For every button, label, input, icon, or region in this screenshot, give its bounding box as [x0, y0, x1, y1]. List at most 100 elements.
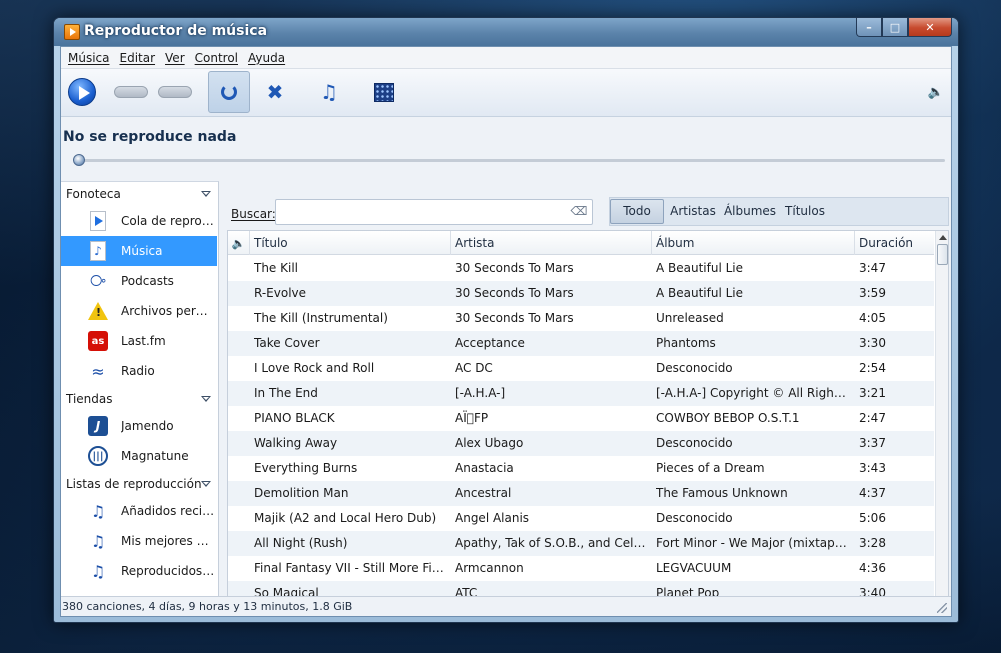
volume-button[interactable]: 🔈 — [923, 73, 949, 111]
cell-artist: AC DC — [455, 361, 493, 375]
cell-title: Demolition Man — [254, 486, 349, 500]
shuffle-button[interactable]: ✖ — [257, 73, 293, 111]
sidebar-item-magnatune[interactable]: ||| Magnatune — [61, 441, 217, 471]
music-note-icon: ♫ — [320, 80, 338, 104]
seek-handle[interactable] — [73, 154, 85, 166]
seek-bar[interactable] — [75, 159, 945, 162]
table-row[interactable]: Final Fantasy VII - Still More Fighting A… — [228, 556, 934, 581]
visualization-button[interactable] — [366, 73, 402, 111]
sidebar-item-jamendo[interactable]: J Jamendo — [61, 411, 217, 441]
table-row[interactable]: Walking Away Alex Ubago Desconocido 3:37 — [228, 431, 934, 456]
column-header-album[interactable]: Álbum — [652, 231, 855, 255]
column-header-titulo[interactable]: Título — [250, 231, 451, 255]
group-fonoteca[interactable]: Fonoteca — [61, 184, 217, 204]
cell-duration: 3:47 — [859, 261, 886, 275]
filter-titulos[interactable]: Títulos — [782, 198, 828, 225]
app-logo-icon — [64, 24, 80, 40]
table-row[interactable]: All Night (Rush) Apathy, Tak of S.O.B., a… — [228, 531, 934, 556]
play-icon — [68, 78, 96, 106]
cell-title: In The End — [254, 386, 318, 400]
cell-title: Everything Burns — [254, 461, 358, 475]
cell-duration: 4:36 — [859, 561, 886, 575]
close-button[interactable]: ✕ — [908, 18, 952, 37]
scroll-up-icon[interactable] — [939, 235, 947, 240]
cell-artist: Ancestral — [455, 486, 512, 500]
menu-control[interactable]: Control — [195, 51, 238, 65]
sidebar-item-cola[interactable]: Cola de reproducción — [61, 206, 217, 236]
sidebar-item-archivos-perdidos[interactable]: Archivos perdidos — [61, 296, 217, 326]
table-row[interactable]: In The End [-A.H.A-] [-A.H.A-] Copyright ©… — [228, 381, 934, 406]
cell-title: I Love Rock and Roll — [254, 361, 375, 375]
clear-search-icon[interactable]: ⌫ — [571, 203, 588, 219]
menu-musica[interactable]: Música — [68, 51, 110, 65]
table-row[interactable]: Take Cover Acceptance Phantoms 3:30 — [228, 331, 934, 356]
table-row[interactable]: PIANO BLACK AÏ⃞FP COWBOY BEBOP O.S.T.1 2:47 — [228, 406, 934, 431]
cell-duration: 3:21 — [859, 386, 886, 400]
client-area: Música Editar Ver Control Ayuda ✖ ♫ 🔈 No… — [60, 46, 952, 617]
group-label: Tiendas — [66, 392, 113, 406]
now-playing-column-icon[interactable]: 🔈 — [228, 231, 250, 255]
group-listas[interactable]: Listas de reproducción — [61, 474, 217, 494]
resize-grip-icon[interactable] — [937, 603, 947, 613]
minimize-icon: – — [866, 20, 872, 34]
maximize-icon: □ — [889, 20, 901, 34]
table-row[interactable]: The Kill 30 Seconds To Mars A Beautiful Li… — [228, 256, 934, 281]
sidebar-item-podcasts[interactable]: ⧂ Podcasts — [61, 266, 217, 296]
next-button[interactable] — [157, 73, 193, 111]
table-row[interactable]: R-Evolve 30 Seconds To Mars A Beautiful Li… — [228, 281, 934, 306]
play-button[interactable] — [67, 73, 97, 111]
vertical-scrollbar[interactable] — [935, 231, 948, 612]
next-icon — [158, 86, 192, 98]
playlist-button[interactable]: ♫ — [311, 73, 347, 111]
table-row[interactable]: Majik (A2 and Local Hero Dub) Angel Alani… — [228, 506, 934, 531]
repeat-button[interactable] — [208, 71, 250, 113]
filter-albumes[interactable]: Álbumes — [722, 198, 778, 225]
scroll-thumb[interactable] — [937, 244, 948, 265]
menu-ayuda[interactable]: Ayuda — [248, 51, 285, 65]
song-table: 🔈 Título Artista Álbum Duración The Kill… — [227, 230, 949, 613]
sidebar-item-label: Jamendo — [121, 419, 174, 433]
sidebar-item-anadidos[interactable]: ♫ Añadidos recientemente — [61, 496, 217, 526]
cell-artist: Anastacia — [455, 461, 514, 475]
filter-artistas[interactable]: Artistas — [668, 198, 718, 225]
previous-button[interactable] — [113, 73, 149, 111]
filter-bar: Todo Artistas Álbumes Títulos — [609, 197, 949, 226]
cell-album: Desconocido — [656, 436, 733, 450]
minimize-button[interactable]: – — [856, 18, 882, 37]
radio-icon: ≈ — [91, 361, 105, 381]
cell-artist: Armcannon — [455, 561, 524, 575]
group-tiendas[interactable]: Tiendas — [61, 389, 217, 409]
sidebar-item-reproducidos[interactable]: ♫ Reproducidos recientemente — [61, 556, 217, 586]
cell-artist: Angel Alanis — [455, 511, 530, 525]
cell-title: R-Evolve — [254, 286, 307, 300]
cell-title: Walking Away — [254, 436, 338, 450]
maximize-button[interactable]: □ — [882, 18, 908, 37]
collapse-arrow-icon[interactable] — [201, 191, 211, 197]
filter-todo[interactable]: Todo — [610, 199, 664, 224]
table-row[interactable]: Demolition Man Ancestral The Famous Unknow… — [228, 481, 934, 506]
sidebar-item-mejores[interactable]: ♫ Mis mejores puntuadas — [61, 526, 217, 556]
search-input[interactable] — [275, 199, 593, 225]
sidebar-item-label: Archivos perdidos — [121, 304, 215, 318]
column-header-artista[interactable]: Artista — [451, 231, 652, 255]
cell-artist: 30 Seconds To Mars — [455, 286, 574, 300]
sidebar-item-radio[interactable]: ≈ Radio — [61, 356, 217, 386]
collapse-arrow-icon[interactable] — [201, 396, 211, 402]
menu-editar[interactable]: Editar — [120, 51, 156, 65]
sidebar-item-lastfm[interactable]: as Last.fm — [61, 326, 217, 356]
sidebar-item-label: Radio — [121, 364, 155, 378]
cell-duration: 3:30 — [859, 336, 886, 350]
collapse-arrow-icon[interactable] — [201, 481, 211, 487]
sidebar-item-musica[interactable]: ♪ Música — [61, 236, 217, 266]
column-header-duracion[interactable]: Duración — [855, 231, 934, 255]
table-row[interactable]: Everything Burns Anastacia Pieces of a Dre… — [228, 456, 934, 481]
table-row[interactable]: I Love Rock and Roll AC DC Desconocido 2:54 — [228, 356, 934, 381]
menu-ver[interactable]: Ver — [165, 51, 185, 65]
sidebar-item-label: Magnatune — [121, 449, 189, 463]
cell-title: Majik (A2 and Local Hero Dub) — [254, 511, 437, 525]
cell-artist: Acceptance — [455, 336, 525, 350]
table-row[interactable]: The Kill (Instrumental) 30 Seconds To Mar… — [228, 306, 934, 331]
cell-album: A Beautiful Lie — [656, 261, 744, 275]
title-bar[interactable]: Reproductor de música – □ ✕ — [54, 18, 958, 46]
sidebar-item-label: Añadidos recientemente — [121, 504, 215, 518]
